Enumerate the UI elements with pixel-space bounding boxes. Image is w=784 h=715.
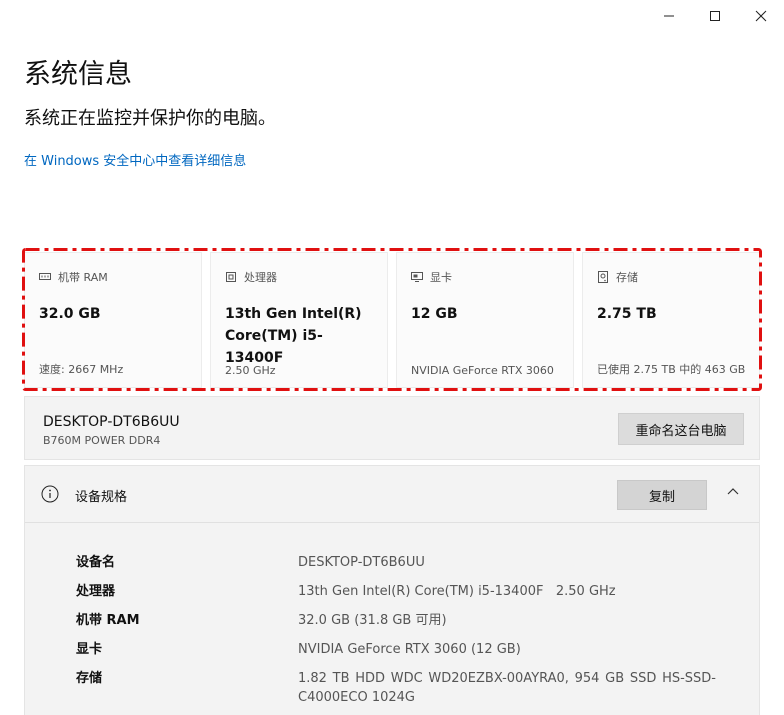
spec-value: 32.0 GB (31.8 GB 可用) bbox=[298, 613, 447, 628]
spec-value: 13th Gen Intel(R) Core(TM) i5-13400F 2.5… bbox=[298, 584, 616, 599]
spec-value: 1.82 TB HDD WDC WD20EZBX-00AYRA0, 954 GB… bbox=[298, 671, 716, 705]
maximize-icon bbox=[710, 11, 720, 21]
security-center-link[interactable]: 在 Windows 安全中心中查看详细信息 bbox=[24, 150, 246, 169]
spec-row: 机带 RAM 32.0 GB (31.8 GB 可用) bbox=[76, 606, 716, 635]
maximize-button[interactable] bbox=[692, 0, 738, 32]
minimize-button[interactable] bbox=[646, 0, 692, 32]
spec-key: 显卡 bbox=[76, 642, 103, 657]
copy-button[interactable]: 复制 bbox=[617, 480, 707, 510]
spec-key: 设备名 bbox=[76, 555, 116, 570]
spec-row: 设备名 DESKTOP-DT6B6UU bbox=[76, 548, 716, 577]
spec-row: 存储 1.82 TB HDD WDC WD20EZBX-00AYRA0, 954… bbox=[76, 664, 716, 712]
device-specs-title: 设备规格 bbox=[75, 490, 128, 505]
pc-name: DESKTOP-DT6B6UU bbox=[43, 414, 180, 430]
spec-value: DESKTOP-DT6B6UU bbox=[298, 555, 425, 570]
highlight-annotation bbox=[22, 248, 762, 391]
spec-row: 处理器 13th Gen Intel(R) Core(TM) i5-13400F… bbox=[76, 577, 716, 606]
page-subtitle: 系统正在监控并保护你的电脑。 bbox=[24, 108, 276, 129]
spec-key: 存储 bbox=[76, 671, 103, 686]
spec-key: 机带 RAM bbox=[76, 613, 140, 628]
device-specs-header[interactable]: 设备规格 复制 bbox=[25, 466, 759, 523]
info-icon bbox=[41, 485, 59, 503]
pc-model: B760M POWER DDR4 bbox=[43, 434, 161, 447]
spec-rows: 设备名 DESKTOP-DT6B6UU 处理器 13th Gen Intel(R… bbox=[76, 548, 716, 712]
title-bar bbox=[646, 0, 784, 32]
close-button[interactable] bbox=[738, 0, 784, 32]
device-specs-panel: 设备规格 复制 设备名 DESKTOP-DT6B6UU 处理器 13th Gen… bbox=[24, 465, 760, 715]
minimize-icon bbox=[664, 15, 674, 17]
spec-row: 显卡 NVIDIA GeForce RTX 3060 (12 GB) bbox=[76, 635, 716, 664]
spec-key: 处理器 bbox=[76, 584, 116, 599]
page-title: 系统信息 bbox=[24, 59, 132, 90]
pc-name-bar: DESKTOP-DT6B6UU B760M POWER DDR4 重命名这台电脑 bbox=[24, 396, 760, 460]
rename-pc-button[interactable]: 重命名这台电脑 bbox=[618, 413, 744, 445]
close-icon bbox=[755, 10, 767, 22]
spec-value: NVIDIA GeForce RTX 3060 (12 GB) bbox=[298, 642, 521, 657]
chevron-up-icon[interactable] bbox=[725, 484, 741, 500]
